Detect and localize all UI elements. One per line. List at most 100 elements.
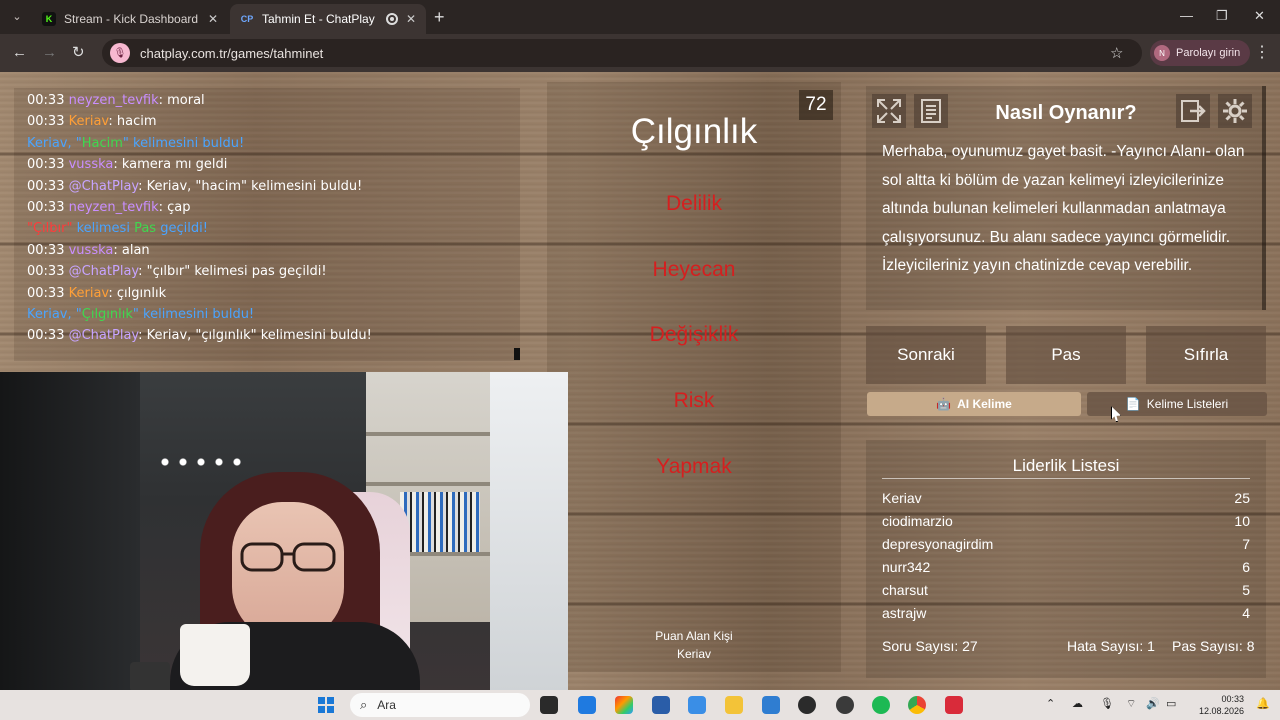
- chat-message: 00:33 Keriav: çılgınlık: [27, 285, 167, 301]
- alien-app-icon[interactable]: [798, 696, 816, 714]
- gear-icon[interactable]: [1218, 94, 1252, 128]
- close-tab-icon[interactable]: ✕: [208, 12, 218, 26]
- leaderboard-row: depresyonagirdim 7: [882, 536, 1250, 552]
- browser-toolbar: ← → ↻ 🎙 chatplay.com.tr/games/tahminet ☆…: [0, 34, 1280, 72]
- store-icon[interactable]: [652, 696, 670, 714]
- forbidden-word: Delilik: [665, 192, 722, 215]
- chat-panel: 00:33 neyzen_tevfik: moral 00:33 Keriav:…: [14, 88, 520, 361]
- robot-icon: 🤖: [936, 397, 952, 411]
- notes-icon[interactable]: [914, 94, 948, 128]
- tab-chatplay[interactable]: CP Tahmin Et - ChatPlay ✕: [230, 4, 426, 34]
- leaderboard-title: Liderlik Listesi: [1012, 456, 1120, 475]
- spotify-icon[interactable]: [872, 696, 890, 714]
- avatar: N: [1154, 45, 1170, 61]
- system-message: Keriav, "Çılgınlık" kelimesini buldu!: [27, 307, 255, 323]
- tab-search-button[interactable]: ⌄: [6, 7, 28, 27]
- close-window-button[interactable]: ✕: [1254, 8, 1265, 24]
- forbidden-word: Yapmak: [656, 455, 732, 478]
- site-info-icon[interactable]: 🎙: [110, 43, 130, 63]
- chrome-icon[interactable]: [908, 696, 926, 714]
- chat-message: 00:33 @ChatPlay: Keriav, "çılgınlık" kel…: [27, 328, 372, 344]
- wifi-icon[interactable]: ⌔: [1126, 697, 1136, 711]
- chat-message: 00:33 @ChatPlay: "çılbır" kelimesi pas g…: [27, 264, 327, 280]
- shelf-board: [366, 432, 490, 436]
- task-view-icon[interactable]: [540, 696, 558, 714]
- system-clock[interactable]: 00:33 12.08.2026: [1196, 693, 1244, 717]
- shelf-board: [366, 482, 490, 486]
- system-message: "Çılbır" kelimesi Pas geçildi!: [27, 221, 208, 237]
- coffee-mug: [180, 624, 250, 686]
- url-text: chatplay.com.tr/games/tahminet: [140, 45, 324, 61]
- notification-bell-icon[interactable]: 🔔: [1256, 697, 1270, 710]
- profile-label: Parolayı girin: [1176, 47, 1241, 59]
- back-button[interactable]: ←: [12, 44, 27, 62]
- address-bar[interactable]: 🎙 chatplay.com.tr/games/tahminet: [102, 39, 1142, 67]
- maximize-button[interactable]: ❐: [1216, 8, 1228, 24]
- fairy-lights: [160, 458, 250, 466]
- chevron-up-icon[interactable]: ⌃: [1046, 697, 1055, 710]
- word-lists-label: Kelime Listeleri: [1146, 397, 1229, 411]
- divider: [882, 478, 1250, 479]
- microphone: [130, 662, 170, 692]
- obs-icon[interactable]: [836, 696, 854, 714]
- leaderboard-row: Keriav 25: [882, 490, 1250, 506]
- question-count: Soru Sayısı: 27: [882, 638, 978, 654]
- reset-button[interactable]: Sıfırla: [1146, 326, 1266, 384]
- file-explorer-icon[interactable]: [725, 696, 743, 714]
- system-message: Keriav, "Hacim" kelimesini buldu!: [27, 135, 245, 151]
- next-button[interactable]: Sonraki: [866, 326, 986, 384]
- rules-scrollbar[interactable]: [1262, 86, 1266, 310]
- windows-start-icon[interactable]: [318, 697, 334, 713]
- ai-word-label: AI Kelime: [957, 397, 1012, 411]
- rules-text: Merhaba, oyunumuz gayet basit. -Yayıncı …: [882, 143, 1245, 275]
- streamer-face: [232, 502, 344, 642]
- chat-message: 00:33 neyzen_tevfik: moral: [27, 93, 205, 108]
- fullscreen-icon[interactable]: [872, 94, 906, 128]
- clock-time: 00:33: [1221, 694, 1244, 704]
- document-icon: 📄: [1125, 397, 1141, 411]
- taskbar-search[interactable]: ⌕ Ara: [350, 693, 530, 717]
- record-app-icon[interactable]: [945, 696, 963, 714]
- webcam-overlay: [0, 372, 568, 692]
- bookmark-star-icon[interactable]: ☆: [1110, 44, 1123, 62]
- exit-icon[interactable]: [1176, 94, 1210, 128]
- chat-message: 00:33 vusska: alan: [27, 242, 150, 258]
- forward-button[interactable]: →: [42, 44, 57, 62]
- kick-favicon-icon: K: [42, 12, 56, 26]
- cloud-icon[interactable]: ☁: [1072, 697, 1083, 710]
- leaderboard-row: nurr342 6: [882, 559, 1250, 575]
- copilot-icon[interactable]: [615, 696, 633, 714]
- chat-message: 00:33 vusska: kamera mı geldi: [27, 157, 228, 173]
- tab-kick-dashboard[interactable]: K Stream - Kick Dashboard ✕: [32, 4, 228, 34]
- search-placeholder: Ara: [377, 698, 396, 712]
- browser-tab-bar: ⌄ K Stream - Kick Dashboard ✕ CP Tahmin …: [0, 0, 1280, 34]
- outlook-icon[interactable]: [578, 696, 596, 714]
- chat-scrollbar[interactable]: [514, 348, 520, 360]
- close-tab-icon[interactable]: ✕: [406, 12, 416, 26]
- app-icon[interactable]: [688, 696, 706, 714]
- ai-word-button[interactable]: 🤖 AI Kelime: [867, 392, 1081, 416]
- chat-message: 00:33 neyzen_tevfik: çap: [27, 200, 191, 216]
- battery-icon[interactable]: ▭: [1166, 697, 1176, 710]
- glasses: [240, 542, 336, 572]
- leaderboard-row: astrajw 4: [882, 605, 1250, 621]
- profile-button[interactable]: N Parolayı girin: [1150, 40, 1251, 66]
- tab-title: Tahmin Et - ChatPlay: [262, 12, 375, 26]
- reload-button[interactable]: ↻: [72, 44, 85, 62]
- how-to-play-panel: Nasıl Oynanır? Merhaba, oyunumuz gayet b…: [866, 86, 1266, 310]
- pass-button[interactable]: Pas: [1006, 326, 1126, 384]
- new-tab-button[interactable]: +: [434, 8, 445, 26]
- chat-message: 00:33 Keriav: hacim: [27, 114, 157, 130]
- background-curtain: [0, 372, 140, 692]
- volume-icon[interactable]: 🔊: [1146, 697, 1160, 710]
- browser-menu-icon[interactable]: ⋮: [1254, 42, 1270, 62]
- clock-date: 12.08.2026: [1198, 706, 1244, 716]
- pass-count: Pas Sayısı: 8: [1172, 638, 1255, 654]
- minimize-button[interactable]: —: [1180, 8, 1193, 23]
- leaderboard-row: charsut 5: [882, 582, 1250, 598]
- books: [400, 492, 480, 552]
- target-word: Çılgınlık: [630, 112, 758, 151]
- shield-app-icon[interactable]: [762, 696, 780, 714]
- recording-icon: [385, 13, 398, 25]
- microphone-icon[interactable]: 🎙: [1100, 697, 1114, 710]
